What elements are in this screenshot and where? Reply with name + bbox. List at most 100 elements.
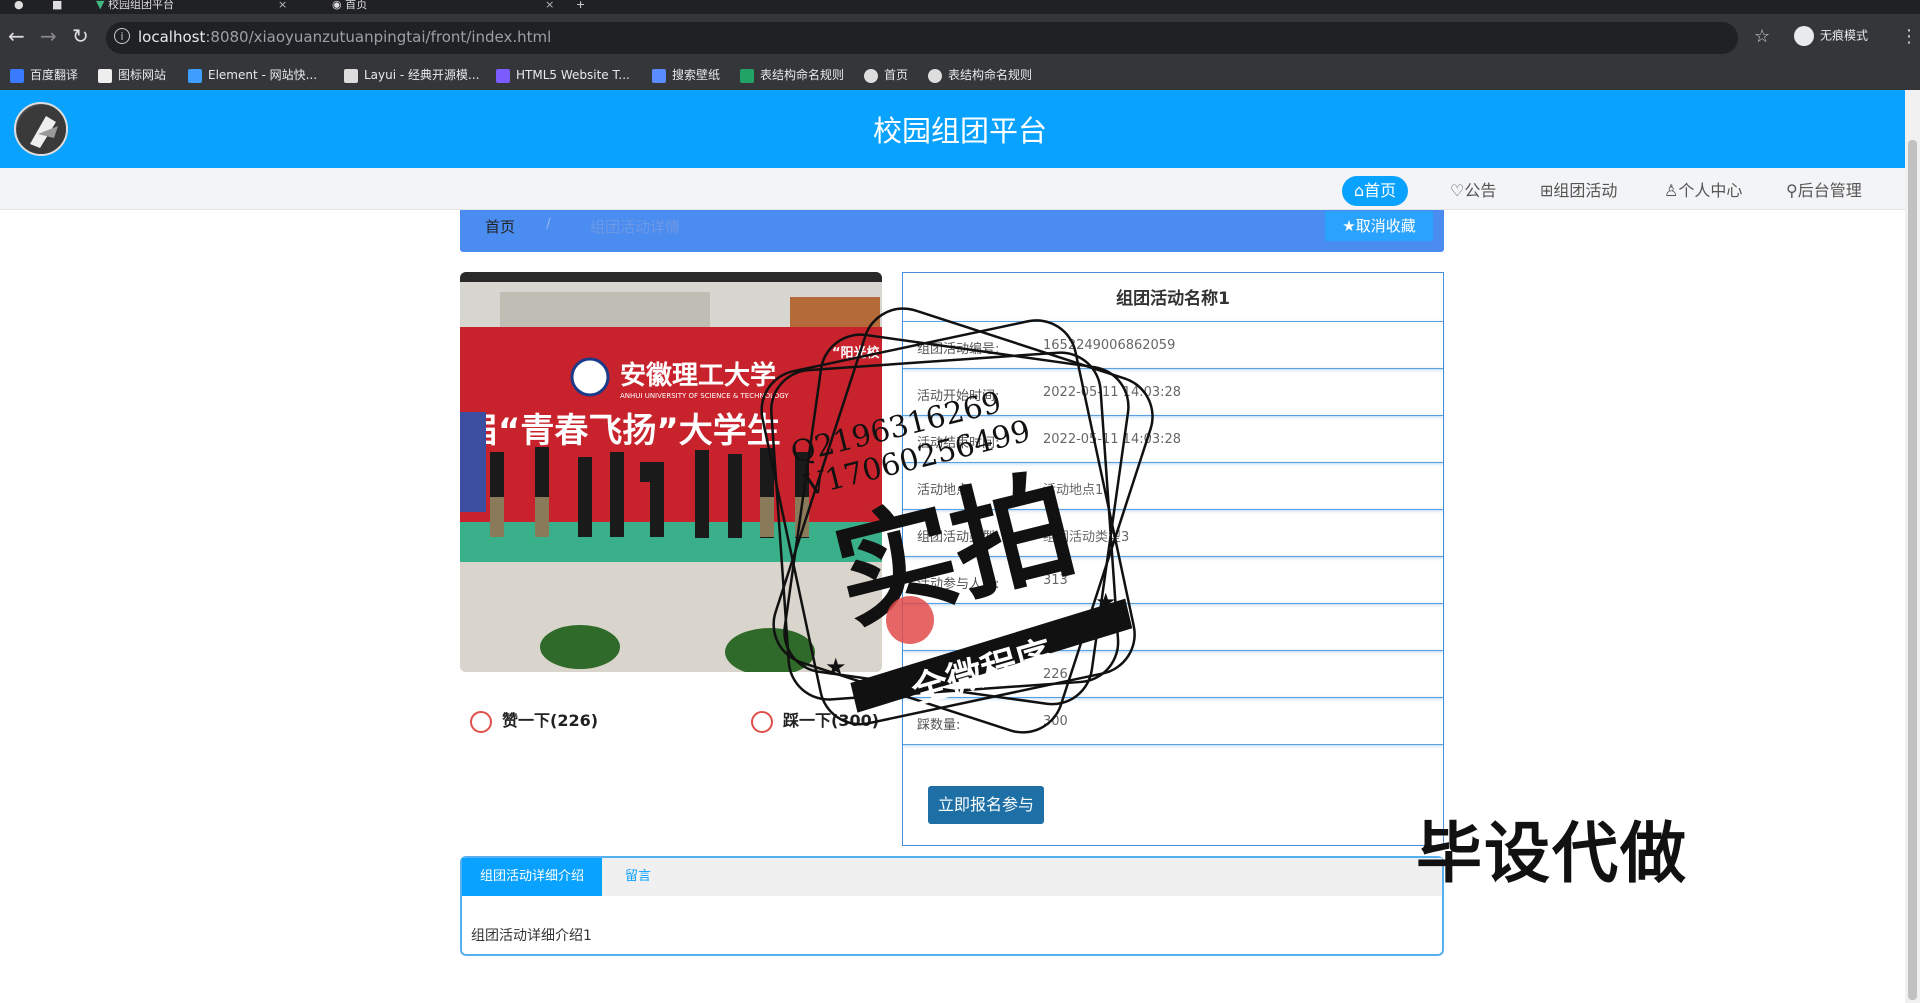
- element-icon: [188, 68, 202, 83]
- detail-value: 1652249006862059: [1043, 338, 1176, 353]
- bookmark-label: 图标网站: [118, 68, 167, 82]
- frown-icon: [751, 710, 773, 733]
- url-text[interactable]: localhost:8080/xiaoyuanzutuanpingtai/fro…: [138, 28, 551, 46]
- banner-corner-text: “阳光校: [832, 345, 881, 361]
- activity-title: 组团活动名称1: [1116, 289, 1230, 309]
- detail-row: 活动开始时间: 2022-05-11 14:03:28: [903, 368, 1443, 416]
- html5-icon: [496, 68, 510, 83]
- tab-intro[interactable]: 组团活动详细介绍: [462, 858, 602, 896]
- reload-icon[interactable]: ↻: [72, 24, 89, 48]
- detail-label: 活动开始时间:: [917, 389, 1000, 404]
- bookmark-label: 首页: [884, 68, 909, 82]
- unfavorite-button[interactable]: ★取消收藏: [1325, 211, 1433, 241]
- browser-tab-strip: [0, 0, 1920, 14]
- breadcrumb-home[interactable]: 首页: [485, 216, 515, 237]
- banner-sub-text: ANHUI UNIVERSITY OF SCIENCE & TECHNOLOGY: [620, 392, 789, 400]
- like-button[interactable]: 赞一下(226): [470, 707, 598, 733]
- bookmark-item[interactable]: 图标网站: [98, 64, 166, 86]
- nav-activity[interactable]: ⊞组团活动: [1540, 176, 1617, 206]
- nav-notice[interactable]: ♡公告: [1450, 176, 1496, 206]
- detail-label: 组团活动编号:: [917, 342, 1000, 357]
- detail-row: 活动地点: 活动地点1: [903, 462, 1443, 510]
- detail-row: [903, 603, 1443, 651]
- signup-button[interactable]: 立即报名参与: [928, 786, 1044, 824]
- close-icon[interactable]: ×: [278, 0, 287, 11]
- globe-icon: ◉: [332, 0, 342, 11]
- detail-row: 活动参与人数: 313: [903, 556, 1443, 604]
- banner-school-text: 安徽理工大学: [620, 360, 776, 391]
- nav-admin[interactable]: ⚲后台管理: [1786, 176, 1862, 206]
- breadcrumb-separator: /: [546, 216, 551, 232]
- browser-tab-1-label: 校园组团平台: [107, 0, 174, 11]
- banner-slogan-text: 届“青春飞扬”大学生: [464, 411, 781, 451]
- scrollbar-thumb[interactable]: [1908, 140, 1917, 1000]
- breadcrumb-current: 组团活动详情: [590, 218, 681, 236]
- tabs-header: [462, 858, 1442, 896]
- browser-tab-2[interactable]: ◉ 首页 ×: [332, 0, 554, 14]
- bookmark-item[interactable]: 搜索壁纸: [652, 64, 720, 86]
- nav-profile[interactable]: ♙个人中心: [1664, 176, 1742, 206]
- detail-value: 活动地点1: [1043, 483, 1104, 498]
- bookmark-label: Layui - 经典开源模...: [364, 68, 480, 82]
- url-host: localhost: [138, 28, 206, 46]
- detail-label: 踩数量:: [917, 718, 961, 733]
- layui-icon: [344, 68, 358, 83]
- browser-tab-2-label: 首页: [345, 0, 368, 11]
- bookmark-item[interactable]: 首页: [864, 64, 908, 86]
- dislike-button[interactable]: 踩一下(300): [751, 707, 879, 733]
- main-nav: [0, 168, 1905, 210]
- bookmark-label: HTML5 Website T...: [516, 68, 630, 82]
- detail-value: 313: [1043, 573, 1068, 588]
- bookmark-label: 表结构命名规则: [760, 68, 845, 82]
- bookmark-item[interactable]: Layui - 经典开源模...: [344, 64, 479, 86]
- bookmark-item[interactable]: 百度翻译: [10, 64, 78, 86]
- tab-message[interactable]: 留言: [612, 858, 664, 896]
- incognito-icon: [1794, 26, 1814, 46]
- smile-icon: [470, 710, 492, 733]
- flag-icon: [98, 68, 112, 83]
- detail-row: 组团活动编号: 1652249006862059: [903, 321, 1443, 369]
- browser-icon: ●: [14, 0, 24, 11]
- activity-photo: 安徽理工大学 ANHUI UNIVERSITY OF SCIENCE & TEC…: [460, 272, 882, 672]
- forward-arrow-icon[interactable]: →: [40, 24, 57, 48]
- translate-icon: [10, 68, 24, 83]
- new-tab-button[interactable]: +: [576, 0, 585, 14]
- site-title: 校园组团平台: [872, 114, 1047, 148]
- close-icon[interactable]: ×: [545, 0, 554, 11]
- bookmark-label: 百度翻译: [30, 68, 79, 82]
- detail-value: 2022-05-11 14:03:28: [1043, 385, 1182, 400]
- detail-label: 活动地点:: [917, 483, 974, 498]
- bookmark-item[interactable]: 表结构命名规则: [740, 64, 844, 86]
- nav-home[interactable]: ⌂首页: [1342, 176, 1409, 206]
- vue-icon: ▼: [96, 0, 105, 11]
- detail-label: 赞数量:: [917, 671, 961, 686]
- bookmark-label: 表结构命名规则: [948, 68, 1033, 82]
- detail-row: 踩数量: 300: [903, 697, 1443, 745]
- bookmark-item[interactable]: Element - 网站快...: [188, 64, 317, 86]
- browser-tab-1[interactable]: ▼ 校园组团平台 ×: [96, 0, 287, 14]
- back-arrow-icon[interactable]: ←: [8, 24, 25, 48]
- wallpaper-icon: [652, 68, 666, 83]
- incognito-label: 无痕模式: [1820, 28, 1869, 43]
- bookmark-label: 搜索壁纸: [672, 68, 721, 82]
- detail-label: 活动参与人数:: [917, 577, 1000, 592]
- sheet-icon: [740, 68, 754, 83]
- detail-row: 组团活动类型: 组团活动类型3: [903, 509, 1443, 557]
- incognito-indicator[interactable]: 无痕模式: [1794, 26, 1876, 50]
- bookmark-star-icon[interactable]: ☆: [1754, 26, 1770, 47]
- detail-row: 赞数量: 226: [903, 650, 1443, 698]
- detail-value: 2022-05-11 14:03:28: [1043, 432, 1182, 447]
- detail-label: 活动结束时间:: [917, 436, 1000, 451]
- bookmark-label: Element - 网站快...: [208, 68, 318, 82]
- url-path: :8080/xiaoyuanzutuanpingtai/front/index.…: [205, 28, 552, 46]
- detail-value: 226: [1043, 667, 1068, 682]
- bookmark-item[interactable]: HTML5 Website T...: [496, 64, 630, 86]
- globe-icon: [864, 68, 878, 83]
- detail-value: 组团活动类型3: [1043, 530, 1130, 545]
- bookmark-item[interactable]: 表结构命名规则: [928, 64, 1032, 86]
- info-icon[interactable]: i: [114, 28, 130, 44]
- intro-content: 组团活动详细介绍1: [471, 928, 592, 944]
- globe-icon: [928, 68, 942, 83]
- browser-menu-icon[interactable]: ⋮: [1900, 26, 1918, 47]
- window-icon: ■: [52, 0, 63, 11]
